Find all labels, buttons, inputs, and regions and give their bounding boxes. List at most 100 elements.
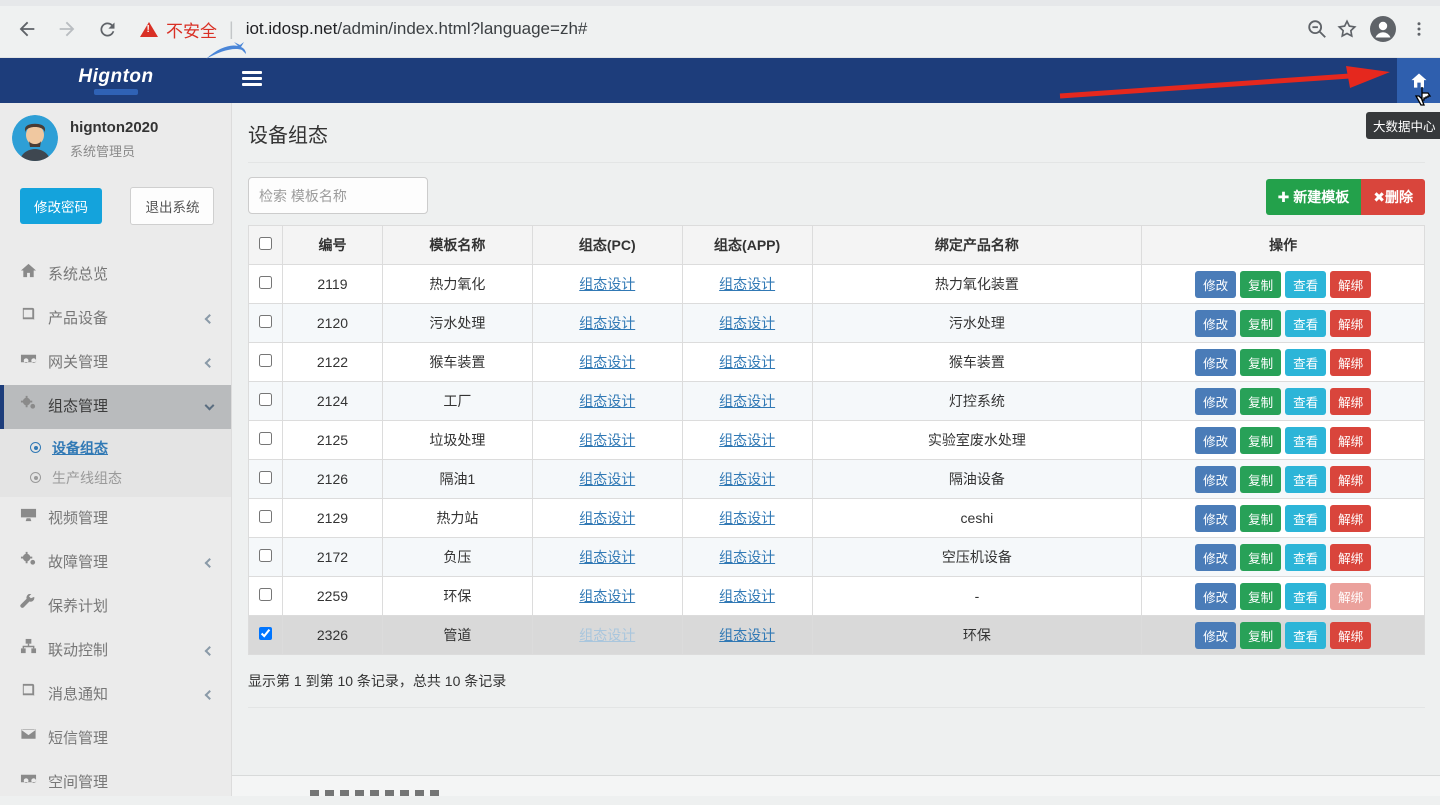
pc-config-link[interactable]: 组态设计 [579,315,635,331]
copy-button[interactable]: 复制 [1240,622,1281,649]
edit-button[interactable]: 修改 [1195,544,1236,571]
unbind-button[interactable]: 解绑 [1330,622,1371,649]
row-checkbox[interactable] [259,588,272,601]
view-button[interactable]: 查看 [1285,427,1326,454]
sidebar-item-5[interactable]: 故障管理 [0,541,231,585]
pc-config-link[interactable]: 组态设计 [579,276,635,292]
app-config-link[interactable]: 组态设计 [719,588,775,604]
app-config-link[interactable]: 组态设计 [719,627,775,643]
delete-button[interactable]: ✖删除 [1361,179,1425,215]
row-checkbox[interactable] [259,471,272,484]
sidebar-item-1[interactable]: 产品设备 [0,297,231,341]
app-config-link[interactable]: 组态设计 [719,315,775,331]
unbind-button[interactable]: 解绑 [1330,427,1371,454]
view-button[interactable]: 查看 [1285,622,1326,649]
pc-config-link[interactable]: 组态设计 [579,510,635,526]
copy-button[interactable]: 复制 [1240,427,1281,454]
unbind-button[interactable]: 解绑 [1330,544,1371,571]
sidebar-item-4[interactable]: 视频管理 [0,497,231,541]
unbind-button[interactable]: 解绑 [1330,388,1371,415]
view-button[interactable]: 查看 [1285,583,1326,610]
browser-forward-icon[interactable] [52,14,82,44]
pc-config-link[interactable]: 组态设计 [579,354,635,370]
browser-back-icon[interactable] [12,14,42,44]
edit-button[interactable]: 修改 [1195,466,1236,493]
browser-menu-dots-icon[interactable] [1404,14,1434,44]
app-config-link[interactable]: 组态设计 [719,354,775,370]
app-config-link[interactable]: 组态设计 [719,393,775,409]
sidebar-item-6[interactable]: 保养计划 [0,585,231,629]
app-config-link[interactable]: 组态设计 [719,432,775,448]
submenu-item[interactable]: 设备组态 [0,433,231,463]
unbind-button[interactable]: 解绑 [1330,310,1371,337]
row-checkbox[interactable] [259,315,272,328]
row-checkbox[interactable] [259,627,272,640]
pc-config-link[interactable]: 组态设计 [579,549,635,565]
row-checkbox[interactable] [259,432,272,445]
copy-button[interactable]: 复制 [1240,505,1281,532]
copy-button[interactable]: 复制 [1240,271,1281,298]
sidebar-item-2[interactable]: 网关管理 [0,341,231,385]
edit-button[interactable]: 修改 [1195,583,1236,610]
edit-button[interactable]: 修改 [1195,622,1236,649]
view-button[interactable]: 查看 [1285,388,1326,415]
sidebar-item-7[interactable]: 联动控制 [0,629,231,673]
copy-button[interactable]: 复制 [1240,349,1281,376]
sidebar-item-8[interactable]: 消息通知 [0,673,231,717]
sidebar-toggle-button[interactable] [242,71,262,87]
change-password-button[interactable]: 修改密码 [20,188,102,224]
copy-button[interactable]: 复制 [1240,310,1281,337]
logout-button[interactable]: 退出系统 [130,187,214,225]
unbind-button[interactable]: 解绑 [1330,583,1371,610]
sidebar-item-10[interactable]: 空间管理 [0,761,231,805]
unbind-button[interactable]: 解绑 [1330,271,1371,298]
sidebar-item-0[interactable]: 系统总览 [0,253,231,297]
pc-config-link[interactable]: 组态设计 [579,432,635,448]
view-button[interactable]: 查看 [1285,349,1326,376]
pc-config-link[interactable]: 组态设计 [579,627,635,643]
pc-config-link[interactable]: 组态设计 [579,393,635,409]
app-config-link[interactable]: 组态设计 [719,549,775,565]
unbind-button[interactable]: 解绑 [1330,505,1371,532]
row-checkbox[interactable] [259,276,272,289]
unbind-button[interactable]: 解绑 [1330,349,1371,376]
unbind-button[interactable]: 解绑 [1330,466,1371,493]
view-button[interactable]: 查看 [1285,271,1326,298]
copy-button[interactable]: 复制 [1240,388,1281,415]
view-button[interactable]: 查看 [1285,310,1326,337]
cell-product-name: ceshi [812,499,1142,538]
edit-button[interactable]: 修改 [1195,505,1236,532]
row-checkbox[interactable] [259,549,272,562]
view-button[interactable]: 查看 [1285,505,1326,532]
edit-button[interactable]: 修改 [1195,388,1236,415]
copy-button[interactable]: 复制 [1240,544,1281,571]
sidebar-item-3[interactable]: 组态管理 [0,385,231,429]
row-checkbox[interactable] [259,393,272,406]
bookmark-star-icon[interactable] [1332,14,1362,44]
copy-button[interactable]: 复制 [1240,466,1281,493]
browser-reload-icon[interactable] [92,14,122,44]
cell-product-name: 实验室废水处理 [812,421,1142,460]
zoom-out-icon[interactable] [1302,14,1332,44]
submenu-item[interactable]: 生产线组态 [0,463,231,493]
app-config-link[interactable]: 组态设计 [719,276,775,292]
sidebar-item-9[interactable]: 短信管理 [0,717,231,761]
edit-button[interactable]: 修改 [1195,310,1236,337]
view-button[interactable]: 查看 [1285,466,1326,493]
view-button[interactable]: 查看 [1285,544,1326,571]
pc-config-link[interactable]: 组态设计 [579,471,635,487]
row-checkbox[interactable] [259,510,272,523]
new-template-button[interactable]: ✚ 新建模板 [1266,179,1362,215]
template-search-input[interactable] [248,177,428,214]
user-avatar[interactable] [12,115,58,161]
select-all-checkbox[interactable] [259,237,272,250]
edit-button[interactable]: 修改 [1195,349,1236,376]
edit-button[interactable]: 修改 [1195,271,1236,298]
copy-button[interactable]: 复制 [1240,583,1281,610]
row-checkbox[interactable] [259,354,272,367]
edit-button[interactable]: 修改 [1195,427,1236,454]
app-config-link[interactable]: 组态设计 [719,510,775,526]
browser-profile-avatar[interactable] [1368,14,1398,44]
app-config-link[interactable]: 组态设计 [719,471,775,487]
pc-config-link[interactable]: 组态设计 [579,588,635,604]
